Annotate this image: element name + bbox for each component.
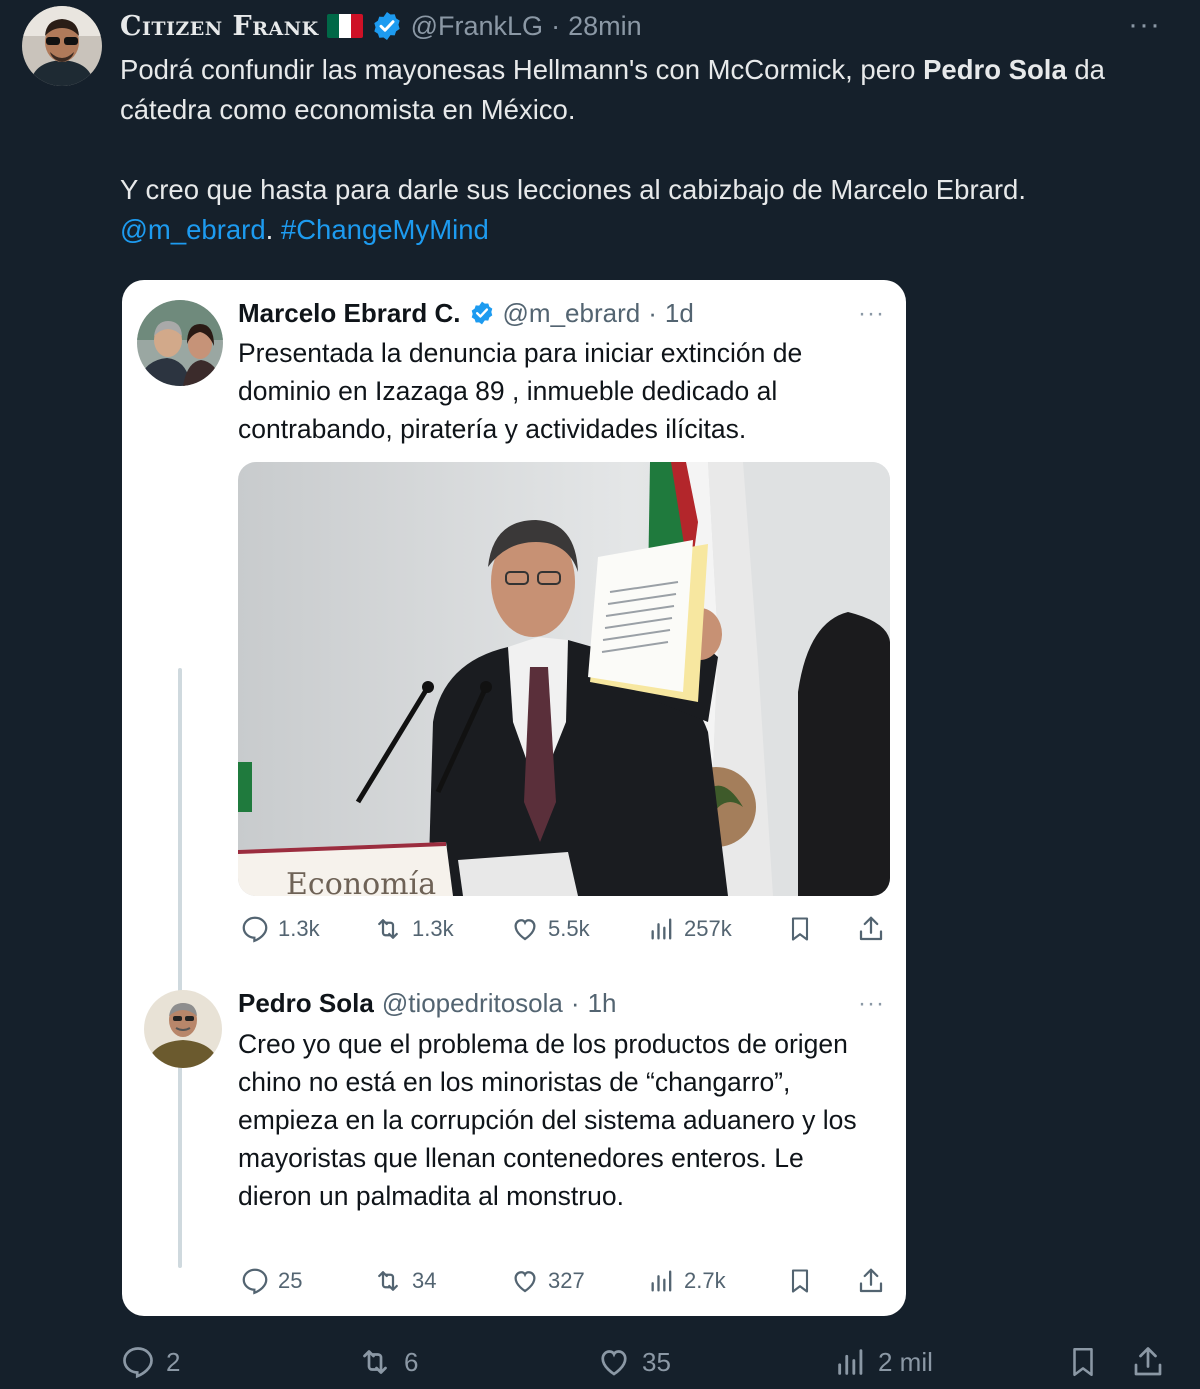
like-count: 327 [548,1268,585,1293]
sola-header: Pedro Sola @tiopedritosola · 1h [238,986,616,1020]
sola-handle[interactable]: @tiopedritosola [382,988,563,1019]
retweet-button[interactable]: 6 [356,1344,418,1380]
more-options-icon[interactable]: ··· [858,300,885,328]
retweet-count: 6 [404,1346,419,1377]
verified-badge-icon [373,12,400,40]
tweet-text-line: Y creo que hasta para darle sus leccione… [120,174,1026,205]
separator-dot: · [648,297,657,328]
retweet-button[interactable]: 34 [372,1266,436,1296]
bookmark-icon[interactable] [786,1266,814,1296]
like-button[interactable]: 35 [596,1344,671,1380]
ebrard-time[interactable]: 1d [665,298,694,329]
views-button[interactable]: 2 mil [834,1344,933,1380]
thread-connector [178,668,182,1268]
hashtag-link[interactable]: #ChangeMyMind [281,214,489,245]
mention-separator: . [265,214,281,245]
tweet-time[interactable]: 28min [568,11,642,42]
author-handle[interactable]: @FrankLG [411,11,543,42]
separator-dot: · [570,987,580,1018]
retweet-icon [363,1350,387,1374]
retweet-button[interactable]: 1.3k [372,914,454,944]
tweet-text: Podrá confundir las mayonesas Hellmann's… [120,50,1170,250]
views-count: 2.7k [684,1268,726,1293]
views-icon [838,1349,863,1375]
reply-button[interactable]: 1.3k [240,914,320,944]
retweet-count: 1.3k [412,916,454,941]
ebrard-avatar[interactable] [137,300,223,386]
tweet-text-part: Podrá confundir las mayonesas Hellmann's… [120,54,924,85]
reply-icon [242,1268,268,1295]
heart-icon [601,1350,627,1376]
views-count: 257k [684,916,732,941]
ebrard-tweet-photo[interactable]: Economía [238,462,890,896]
reply-button[interactable]: 2 [120,1344,180,1380]
like-count: 35 [642,1346,671,1377]
retweet-count: 34 [412,1268,437,1293]
sola-time[interactable]: 1h [588,988,617,1019]
bookmark-icon[interactable] [786,914,814,944]
sola-name[interactable]: Pedro Sola [238,988,374,1019]
sola-actions: 25 34 327 2.7k [238,1264,890,1298]
sola-tweet-text: Creo yo que el problema de los productos… [238,1029,857,1211]
tweet-actions: 2 6 35 2 mil [120,1344,1170,1384]
ebrard-actions: 1.3k 1.3k 5.5k 257k [238,912,890,946]
like-button[interactable]: 327 [510,1266,585,1296]
reply-button[interactable]: 25 [240,1266,302,1296]
heart-icon [514,919,536,941]
views-button[interactable]: 257k [648,914,732,944]
quoted-screenshot[interactable]: Marcelo Ebrard C. @m_ebrard · 1d ··· Pre… [122,280,906,1316]
like-button[interactable]: 5.5k [510,914,590,944]
share-icon[interactable] [1130,1344,1166,1380]
mexico-flag-icon [326,14,363,38]
verified-badge-icon [471,301,492,325]
reply-icon [123,1347,153,1379]
reply-count: 2 [166,1346,181,1377]
views-count: 2 mil [878,1346,933,1377]
share-icon[interactable] [856,914,886,944]
views-icon [651,1270,672,1292]
more-options-icon[interactable]: ··· [1128,8,1161,42]
bookmark-icon[interactable] [1066,1344,1100,1380]
retweet-icon [378,1271,398,1291]
ebrard-name[interactable]: Marcelo Ebrard C. [238,298,461,329]
reply-icon [242,916,268,943]
like-count: 5.5k [548,916,590,941]
reply-count: 25 [278,1268,303,1293]
reply-count: 1.3k [278,916,320,941]
share-icon[interactable] [856,1266,886,1296]
views-button[interactable]: 2.7k [648,1266,726,1296]
author-name[interactable]: Citizen Frank [120,11,319,42]
sola-avatar[interactable] [144,990,222,1068]
more-options-icon[interactable]: ··· [858,990,885,1018]
ebrard-tweet-text: Presentada la denuncia para iniciar exti… [238,338,803,444]
separator-dot: · [551,10,561,41]
tweet-text-bold: Pedro Sola [923,54,1067,85]
views-icon [651,918,672,940]
podium-sign-text: Economía [286,867,436,896]
ebrard-header: Marcelo Ebrard C. @m_ebrard · 1d [238,296,694,330]
author-avatar[interactable] [22,6,102,86]
retweet-icon [378,919,398,939]
mention-link[interactable]: @m_ebrard [120,214,266,245]
ebrard-handle[interactable]: @m_ebrard [503,298,641,329]
tweet-header: Citizen Frank @FrankLG · 28min [120,8,642,44]
heart-icon [514,1271,536,1293]
